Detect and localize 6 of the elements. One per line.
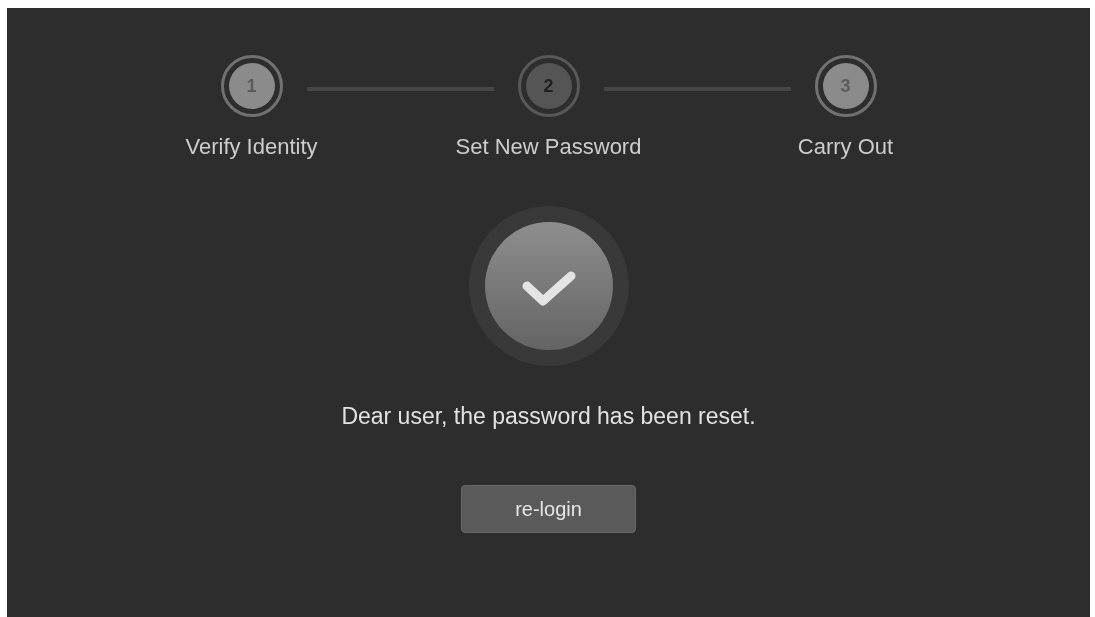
check-icon [468, 206, 629, 366]
step-label: Carry Out [797, 134, 894, 160]
step-label: Set New Password [455, 134, 642, 160]
relogin-button[interactable]: re-login [461, 485, 636, 533]
step-label: Verify Identity [185, 134, 318, 160]
success-message: Dear user, the password has been reset. [341, 403, 756, 430]
